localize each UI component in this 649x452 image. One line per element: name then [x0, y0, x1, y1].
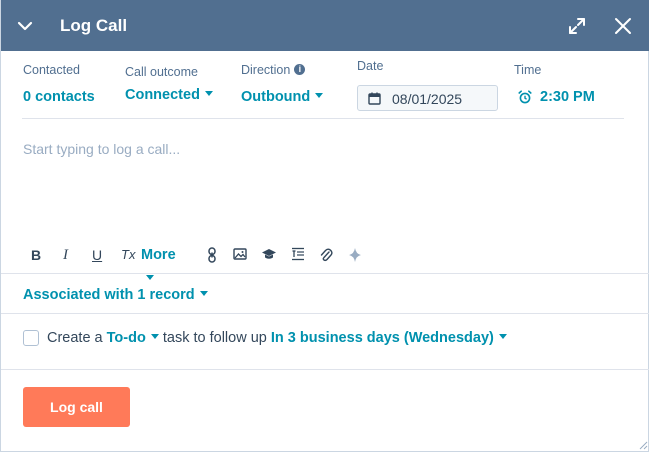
call-outcome-value: Connected [125, 87, 200, 103]
underline-button[interactable]: U [92, 243, 102, 267]
task-prefix: Create a [47, 330, 103, 346]
alarm-clock-icon [518, 90, 532, 104]
call-outcome-dropdown[interactable]: Connected [125, 87, 213, 103]
contacted-value: 0 contacts [23, 89, 95, 105]
task-middle: task to follow up [162, 330, 267, 346]
close-icon[interactable] [612, 15, 634, 37]
caret-down-icon [498, 333, 507, 339]
create-task-checkbox[interactable] [23, 330, 39, 346]
knowledge-base-button[interactable] [261, 243, 277, 267]
more-label: More [141, 247, 176, 263]
direction-value: Outbound [241, 89, 311, 105]
dialog-title: Log Call [60, 16, 128, 35]
link-icon [208, 247, 216, 263]
time-dropdown[interactable]: 2:30 PM [540, 89, 595, 105]
call-outcome-label: Call outcome [125, 65, 198, 79]
caret-down-icon [146, 274, 154, 280]
divider [1, 313, 649, 314]
graduation-cap-icon [262, 249, 276, 259]
paperclip-icon [320, 248, 333, 262]
chevron-down-icon[interactable] [15, 16, 35, 36]
dialog-header: Log Call [1, 0, 649, 51]
contacted-label: Contacted [23, 63, 80, 77]
link-button[interactable] [205, 243, 219, 267]
image-icon [233, 248, 247, 260]
caret-down-icon [199, 290, 208, 296]
log-call-button[interactable]: Log call [23, 387, 130, 427]
direction-label-group: Direction i [241, 63, 306, 77]
task-due-value: In 3 business days (Wednesday) [270, 330, 494, 346]
sparkle-icon [349, 248, 361, 262]
expand-icon[interactable] [567, 16, 587, 36]
info-icon[interactable]: i [294, 64, 306, 76]
caret-down-icon [150, 333, 159, 339]
date-input[interactable]: 08/01/2025 [357, 85, 498, 111]
task-type-dropdown[interactable]: To-do [107, 330, 159, 346]
date-label: Date [357, 59, 384, 73]
resize-handle-icon[interactable] [638, 440, 648, 450]
associations-label: Associated with 1 record [23, 287, 195, 303]
associations-dropdown[interactable]: Associated with 1 record [23, 287, 208, 303]
more-dropdown[interactable]: More [141, 243, 176, 280]
caret-down-icon [204, 90, 213, 96]
text-snippet-icon [292, 247, 304, 261]
task-type-value: To-do [106, 330, 146, 346]
italic-button[interactable]: I [63, 243, 68, 267]
divider [1, 369, 649, 370]
call-notes-editor[interactable]: Start typing to log a call... [23, 141, 623, 231]
calendar-icon [368, 92, 381, 105]
bold-button[interactable]: B [31, 243, 41, 267]
direction-label: Direction [241, 63, 291, 77]
task-text: Create a To-do task to follow up In 3 bu… [47, 330, 507, 346]
snippet-button[interactable] [291, 243, 305, 267]
time-value: 2:30 PM [540, 89, 595, 105]
contacted-dropdown[interactable]: 0 contacts [23, 89, 95, 105]
time-label: Time [514, 63, 542, 77]
attachment-button[interactable] [319, 243, 333, 267]
ai-assist-button[interactable] [348, 243, 362, 267]
editor-placeholder: Start typing to log a call... [23, 141, 181, 157]
log-call-dialog: Log Call Contacted 0 contacts Call outco… [0, 0, 649, 452]
direction-dropdown[interactable]: Outbound [241, 89, 324, 105]
divider [1, 273, 649, 274]
image-button[interactable] [233, 243, 247, 267]
date-value: 08/01/2025 [392, 91, 463, 107]
caret-down-icon [315, 92, 324, 98]
clear-format-button[interactable]: Tx [121, 243, 135, 267]
task-due-dropdown[interactable]: In 3 business days (Wednesday) [271, 330, 507, 346]
divider [22, 118, 624, 119]
